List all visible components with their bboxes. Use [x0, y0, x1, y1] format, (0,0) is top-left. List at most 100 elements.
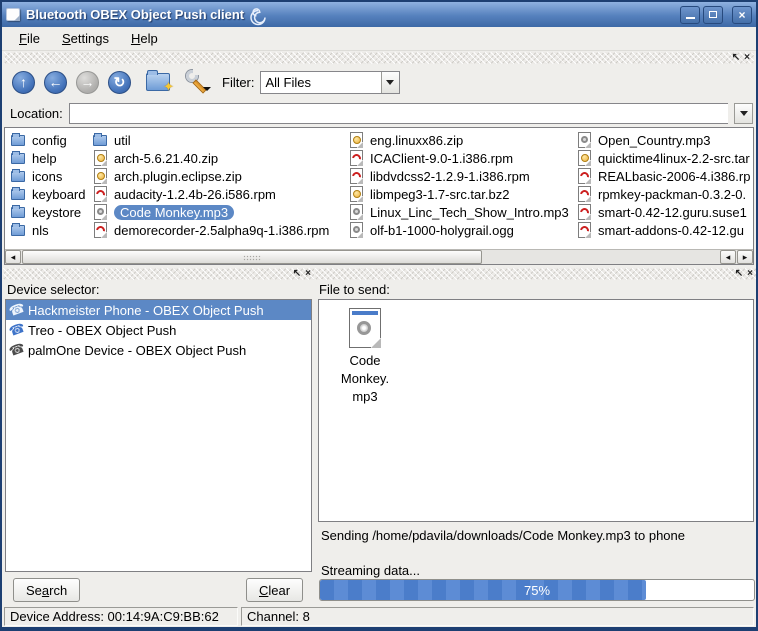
maximize-icon — [709, 11, 717, 18]
menu-item-file[interactable]: File — [10, 29, 49, 48]
phone-icon: ☎ — [7, 320, 27, 340]
location-dropdown-button[interactable] — [734, 103, 753, 124]
file-item[interactable]: quicktime4linux-2.2-src.tar — [577, 149, 754, 167]
file-item[interactable]: util — [93, 131, 347, 149]
file-item[interactable]: audacity-1.2.4b-26.i586.rpm — [93, 185, 347, 203]
file-item[interactable]: keyboard — [11, 185, 91, 203]
menu-item-help[interactable]: Help — [122, 29, 167, 48]
file-name: util — [114, 133, 131, 148]
zip-icon — [349, 132, 365, 148]
send-file-item[interactable]: CodeMonkey.mp3 — [333, 308, 397, 406]
forward-button[interactable]: → — [76, 71, 99, 94]
dock-close-icon[interactable]: × — [747, 269, 753, 279]
file-item[interactable]: olf-b1-1000-holygrail.ogg — [349, 221, 575, 239]
file-item[interactable]: rpmkey-packman-0.3.2-0. — [577, 185, 754, 203]
maximize-button[interactable] — [703, 6, 723, 24]
file-item[interactable]: Open_Country.mp3 — [577, 131, 754, 149]
obex-swirl-icon — [248, 8, 268, 26]
close-button[interactable]: × — [732, 6, 752, 24]
file-name: config — [32, 133, 67, 148]
file-to-send-area: CodeMonkey.mp3 — [318, 299, 754, 522]
file-item[interactable]: smart-addons-0.42-12.gu — [577, 221, 754, 239]
send-panel-dock-strip[interactable]: ↖ × — [315, 268, 756, 280]
file-item[interactable]: REALbasic-2006-4.i386.rp — [577, 167, 754, 185]
file-name: eng.linuxx86.zip — [370, 133, 463, 148]
menubar: FileSettingsHelp — [2, 27, 756, 51]
send-file-name: CodeMonkey.mp3 — [333, 352, 397, 406]
file-name: quicktime4linux-2.2-src.tar — [598, 151, 750, 166]
device-panel-dock-strip[interactable]: ↖ × — [3, 268, 314, 280]
file-item[interactable]: smart-0.42-12.guru.suse1 — [577, 203, 754, 221]
file-item[interactable]: demorecorder-2.5alpha9q-1.i386.rpm — [93, 221, 347, 239]
file-item[interactable]: icons — [11, 167, 91, 185]
file-name: arch.plugin.eclipse.zip — [114, 169, 242, 184]
minimize-button[interactable] — [680, 6, 700, 24]
file-item[interactable]: keystore — [11, 203, 91, 221]
location-input[interactable] — [69, 103, 728, 124]
undock-icon[interactable]: ↖ — [735, 269, 743, 279]
new-folder-button[interactable]: ✦ — [146, 73, 170, 91]
rpm-icon — [577, 204, 593, 220]
file-name: icons — [32, 169, 62, 184]
progress-percent-label: 75% — [320, 580, 754, 600]
toolbar-dock-strip[interactable]: ↖ × — [4, 52, 754, 64]
menu-item-settings[interactable]: Settings — [53, 29, 118, 48]
file-item[interactable]: arch-5.6.21.40.zip — [93, 149, 347, 167]
rpm-icon — [349, 168, 365, 184]
filter-label: Filter: — [222, 75, 255, 90]
audio-file-icon-strip — [352, 311, 378, 315]
file-item[interactable]: nls — [11, 221, 91, 239]
file-item[interactable]: help — [11, 149, 91, 167]
file-name: nls — [32, 223, 49, 238]
configure-button[interactable] — [184, 69, 210, 95]
zip-icon — [93, 150, 109, 166]
dock-close-icon[interactable]: × — [305, 269, 311, 279]
folder-icon — [93, 132, 109, 148]
speaker-icon — [357, 321, 371, 335]
horizontal-scrollbar[interactable]: ◂ ◂ ▸ — [5, 249, 753, 264]
titlebar: Bluetooth OBEX Object Push client × — [2, 2, 756, 27]
phone-icon: ☎ — [7, 340, 27, 360]
file-item[interactable]: Code Monkey.mp3 — [93, 203, 347, 221]
up-button[interactable]: ↑ — [12, 71, 35, 94]
streaming-status-text: Streaming data... — [321, 563, 420, 578]
scroll-left-button[interactable]: ◂ — [5, 250, 21, 264]
device-item[interactable]: ☎Hackmeister Phone - OBEX Object Push — [6, 300, 311, 320]
filter-value: All Files — [261, 75, 381, 90]
device-item[interactable]: ☎Treo - OBEX Object Push — [6, 320, 311, 340]
scroll-right-button[interactable]: ▸ — [737, 250, 753, 264]
file-item[interactable]: ICAClient-9.0-1.i386.rpm — [349, 149, 575, 167]
search-button[interactable]: Search — [13, 578, 80, 602]
dock-close-icon[interactable]: × — [744, 53, 750, 63]
file-column-1: config help iconskeyboardkeystore nls — [11, 131, 91, 239]
toolbar: ↑ ← → ↻ ✦ Filter: All Files — [2, 64, 756, 100]
clear-button[interactable]: Clear — [246, 578, 303, 602]
file-item[interactable]: libmpeg3-1.7-src.tar.bz2 — [349, 185, 575, 203]
file-name: help — [32, 151, 57, 166]
file-item[interactable]: Linux_Linc_Tech_Show_Intro.mp3 — [349, 203, 575, 221]
file-item[interactable]: eng.linuxx86.zip — [349, 131, 575, 149]
reload-button[interactable]: ↻ — [108, 71, 131, 94]
zip-icon — [577, 150, 593, 166]
device-item[interactable]: ☎palmOne Device - OBEX Object Push — [6, 340, 311, 360]
undock-icon[interactable]: ↖ — [293, 269, 301, 279]
close-icon: × — [738, 8, 745, 22]
device-selector-label: Device selector: — [3, 280, 314, 298]
device-selector-panel: ↖ × Device selector: ☎Hackmeister Phone … — [3, 268, 314, 604]
file-item[interactable]: config — [11, 131, 91, 149]
file-column-3: eng.linuxx86.zipICAClient-9.0-1.i386.rpm… — [349, 131, 575, 239]
filter-combobox[interactable]: All Files — [260, 71, 400, 94]
back-button[interactable]: ← — [44, 71, 67, 94]
sending-status-text: Sending /home/pdavila/downloads/Code Mon… — [321, 528, 685, 543]
rpm-icon — [577, 186, 593, 202]
device-label: palmOne Device - OBEX Object Push — [28, 343, 246, 358]
file-name: olf-b1-1000-holygrail.ogg — [370, 223, 514, 238]
scroll-left-button-2[interactable]: ◂ — [720, 250, 736, 264]
file-item[interactable]: arch.plugin.eclipse.zip — [93, 167, 347, 185]
scrollbar-thumb[interactable] — [22, 250, 482, 264]
file-name: demorecorder-2.5alpha9q-1.i386.rpm — [114, 223, 329, 238]
audio-icon — [93, 204, 109, 220]
undock-icon[interactable]: ↖ — [732, 53, 740, 63]
file-item[interactable]: libdvdcss2-1.2.9-1.i386.rpm — [349, 167, 575, 185]
filter-dropdown-button[interactable] — [381, 72, 399, 93]
